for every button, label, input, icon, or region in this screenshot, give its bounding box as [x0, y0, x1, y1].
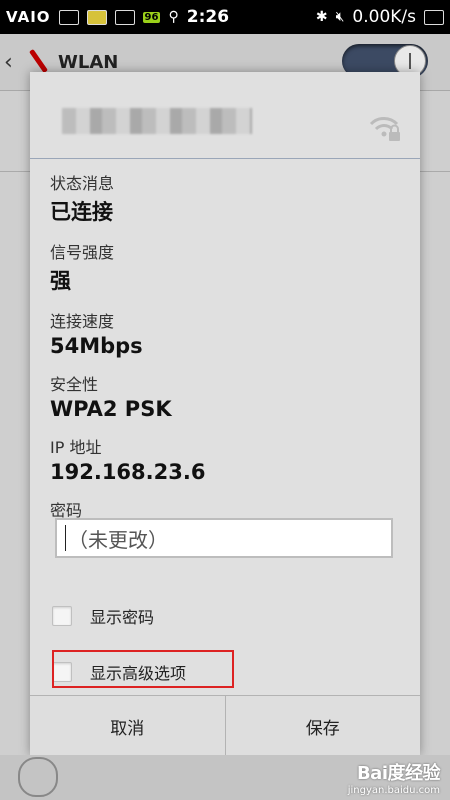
show-password-checkbox[interactable]	[52, 606, 72, 626]
status-time: 2:26	[186, 7, 230, 27]
password-field[interactable]: （未更改）	[55, 518, 393, 558]
watermark-logo: Bai度经验	[356, 763, 441, 784]
refresh-icon[interactable]	[18, 757, 58, 797]
show-password-row[interactable]: 显示密码	[52, 604, 154, 628]
app-notification-icon	[86, 9, 107, 25]
ip-address-value: 192.168.23.6	[50, 460, 206, 484]
save-button[interactable]: 保存	[224, 696, 420, 756]
signal-strength-label: 信号强度	[50, 243, 115, 262]
ip-address-label: IP 地址	[50, 438, 102, 457]
watermark: Bai度经验 jingyan.baidu.com	[347, 759, 441, 796]
usb-icon: ⚲	[168, 9, 179, 25]
link-speed-value: 54Mbps	[50, 334, 143, 358]
network-details-dialog: 状态消息 已连接 信号强度 强 连接速度 54Mbps 安全性 WPA2 PSK…	[30, 72, 420, 756]
password-placeholder: （未更改）	[68, 527, 168, 552]
show-password-label: 显示密码	[90, 608, 155, 627]
watermark-url: jingyan.baidu.com	[347, 785, 440, 796]
dialog-buttons: 取消 保存	[30, 695, 420, 756]
bottom-bar: Bai度经验 jingyan.baidu.com	[0, 755, 450, 800]
dialog-details: 状态消息 已连接 信号强度 强 连接速度 54Mbps 安全性 WPA2 PSK…	[50, 170, 410, 521]
back-icon[interactable]: ‹	[4, 50, 20, 75]
network-name-blurred	[62, 108, 252, 134]
security-value: WPA2 PSK	[50, 397, 172, 421]
status-label: 状态消息	[50, 174, 115, 193]
battery-level-badge: 96	[142, 11, 161, 23]
settings-tool-icon	[26, 50, 50, 74]
bluetooth-icon: ✱	[315, 9, 328, 25]
annotation-highlight-box	[52, 650, 234, 688]
link-speed-label: 连接速度	[50, 312, 115, 331]
mute-icon: 🔇︎	[335, 9, 345, 25]
network-speed: 0.00K/s	[352, 7, 416, 27]
wifi-notification-icon	[58, 9, 79, 25]
cancel-button[interactable]: 取消	[30, 696, 225, 756]
text-cursor	[65, 525, 66, 551]
signal-strength-value: 强	[50, 269, 71, 293]
signal-icon	[424, 9, 444, 25]
image-notification-icon	[114, 9, 135, 25]
status-value: 已连接	[50, 200, 113, 224]
page-title: WLAN	[58, 51, 119, 73]
status-bar: VAIO 96 ⚲ 2:26 ✱ 🔇︎ 0.00K/s	[0, 0, 450, 34]
wifi-locked-icon	[369, 117, 400, 141]
vaio-logo: VAIO	[6, 8, 51, 26]
security-label: 安全性	[50, 375, 99, 394]
dialog-header	[30, 72, 420, 159]
